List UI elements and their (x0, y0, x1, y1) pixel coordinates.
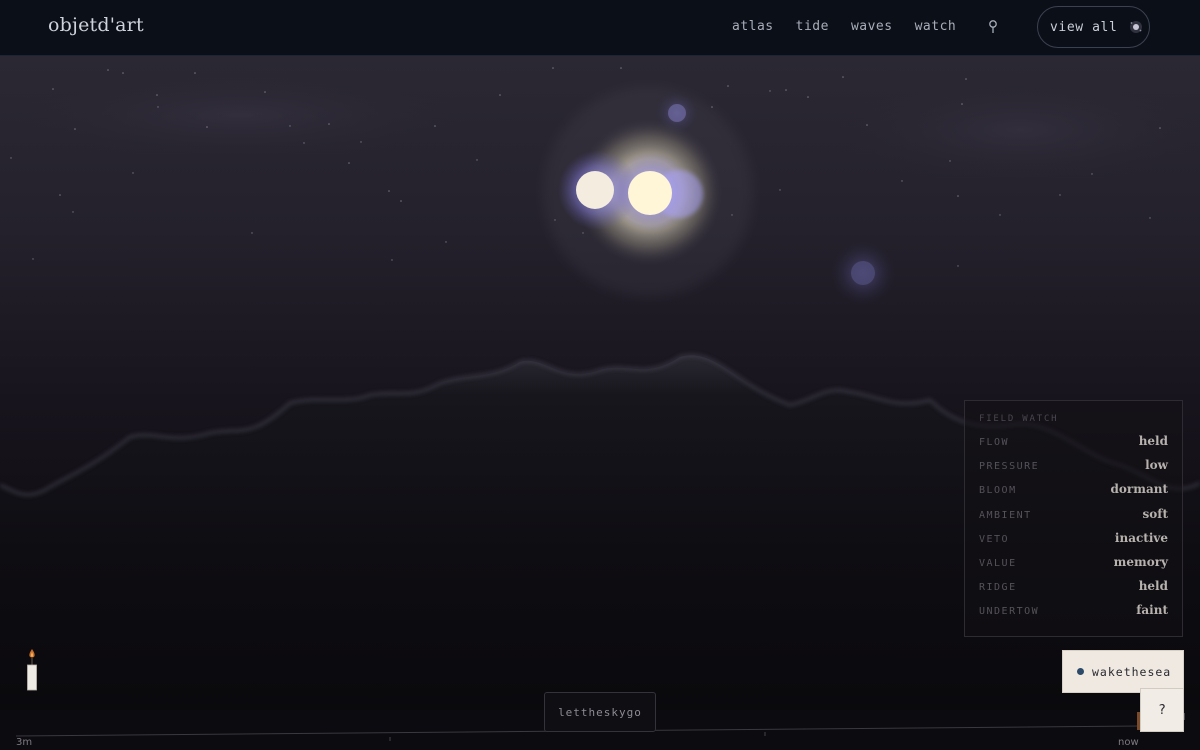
field-key: UNDERTOW (979, 606, 1040, 618)
field-row-ambient: AMBIENT soft (979, 507, 1168, 531)
candle-icon[interactable] (24, 646, 40, 692)
main-nav: atlas tide waves watch (732, 19, 956, 34)
field-row-bloom: BLOOM dormant (979, 482, 1168, 506)
let-sky-go-button[interactable]: lettheskygo (544, 692, 656, 732)
nav-watch[interactable]: watch (915, 19, 957, 34)
view-all-label: view all (1050, 19, 1118, 35)
field-row-ridge: RIDGE held (979, 579, 1168, 603)
field-row-veto: VETO inactive (979, 531, 1168, 555)
timeline-start-label: 3m (16, 737, 33, 748)
brand-logo[interactable]: objetd'art (48, 14, 144, 36)
field-watch-title: FIELD WATCH (979, 414, 1059, 424)
field-row-flow: FLOW held (979, 434, 1168, 458)
field-key: RIDGE (979, 582, 1017, 594)
field-key: AMBIENT (979, 509, 1032, 521)
nav-waves[interactable]: waves (851, 19, 893, 34)
nav-tide[interactable]: tide (796, 19, 829, 34)
field-value: memory (1113, 554, 1168, 569)
field-value: held (1138, 434, 1168, 448)
field-key: PRESSURE (979, 461, 1040, 473)
field-value: dormant (1110, 482, 1168, 497)
orb-icon (1130, 21, 1143, 33)
field-key: VETO (979, 533, 1010, 545)
nav-atlas[interactable]: atlas (732, 19, 774, 34)
view-all-button[interactable]: view all (1037, 6, 1150, 48)
field-row-undertow: UNDERTOW faint (979, 603, 1168, 627)
help-button[interactable]: ? (1140, 688, 1184, 732)
status-dot-icon (1077, 668, 1084, 675)
field-key: VALUE (979, 557, 1017, 569)
wake-sea-button[interactable]: wakethesea (1062, 650, 1184, 693)
field-key: BLOOM (979, 485, 1017, 497)
field-value: inactive (1114, 530, 1168, 545)
timeline-end-label: now (1118, 737, 1139, 748)
field-value: low (1145, 458, 1168, 473)
field-value: soft (1142, 506, 1168, 521)
pin-icon[interactable] (987, 19, 999, 35)
field-row-pressure: PRESSURE low (979, 458, 1168, 482)
main-moon (628, 171, 672, 215)
wake-sea-label: wakethesea (1092, 664, 1172, 679)
field-value: faint (1136, 603, 1168, 618)
top-bar: objetd'art atlas tide waves watch view a… (0, 0, 1200, 56)
app-root: objetd'art atlas tide waves watch view a… (0, 0, 1200, 750)
field-value: held (1138, 579, 1168, 594)
twin-moon (576, 171, 614, 209)
field-row-value: VALUE memory (979, 555, 1168, 579)
field-watch-panel: FIELD WATCH FLOW held PRESSURE low BLOOM… (964, 400, 1183, 637)
field-key: FLOW (979, 437, 1010, 448)
